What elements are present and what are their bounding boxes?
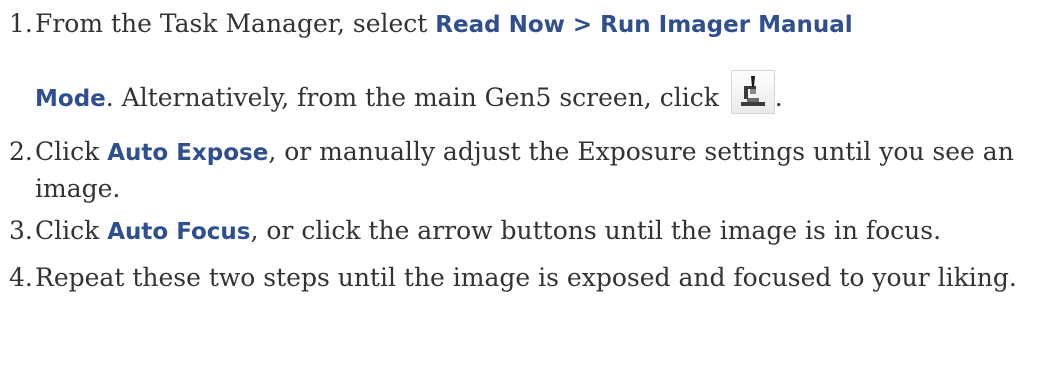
menu-path-label-cont: Mode xyxy=(35,86,106,112)
step-1-period: . xyxy=(774,83,783,112)
step-1-line1-text: From the Task Manager, select xyxy=(35,9,436,38)
step-2-text: Click Auto Expose, or manually adjust th… xyxy=(35,134,1033,206)
step-3-pre: Click xyxy=(35,216,108,245)
step-3: 3. Click Auto Focus, or click the arrow … xyxy=(9,213,1033,250)
auto-focus-label: Auto Focus xyxy=(107,219,251,245)
step-1-line2-text: . Alternatively, from the main Gen5 scre… xyxy=(105,83,727,112)
step-number: 4. xyxy=(9,263,33,292)
step-4: 4. Repeat these two steps until the imag… xyxy=(9,260,1033,295)
step-2: 2. Click Auto Expose, or manually adjust… xyxy=(9,134,1033,206)
microscope-icon[interactable] xyxy=(730,70,775,114)
step-3-post: , or click the arrow buttons until the i… xyxy=(250,216,942,245)
auto-expose-label: Auto Expose xyxy=(107,140,269,166)
step-4-text: Repeat these two steps until the image i… xyxy=(35,263,1017,292)
step-2-pre: Click xyxy=(35,137,108,166)
step-number: 2. xyxy=(9,137,33,166)
step-3-text: Click Auto Focus, or click the arrow but… xyxy=(35,213,1033,250)
step-1: 1. From the Task Manager, select Read No… xyxy=(9,6,1033,117)
step-number: 3. xyxy=(9,216,33,245)
step-number: 1. xyxy=(9,9,33,38)
step-1-line2: Mode. Alternatively, from the main Gen5 … xyxy=(35,70,1033,117)
menu-path-label: Read Now > Run Imager Manual xyxy=(435,12,853,38)
step-1-text: From the Task Manager, select Read Now >… xyxy=(35,6,1033,117)
